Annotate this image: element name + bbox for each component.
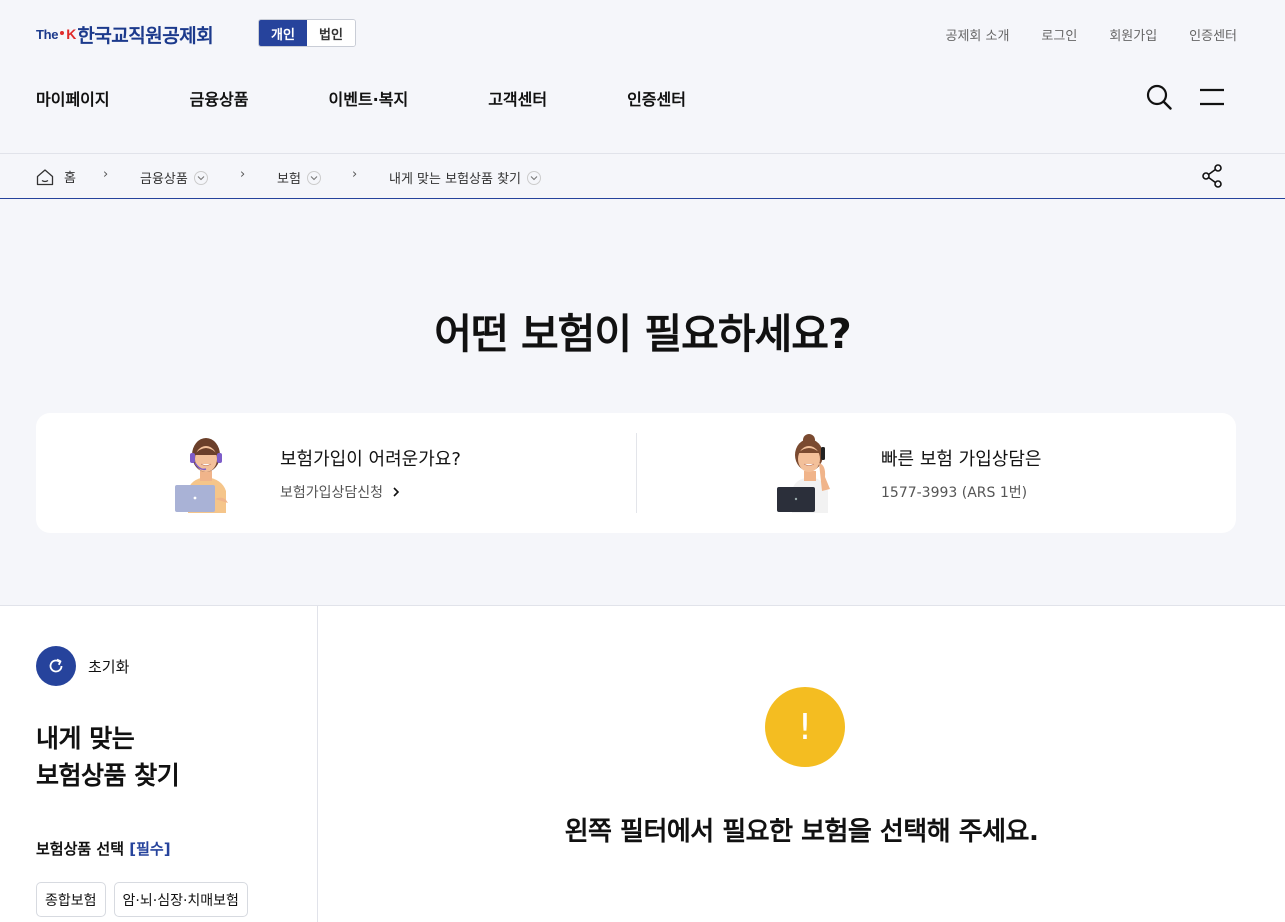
empty-result-message: 왼쪽 필터에서 필요한 보험을 선택해 주세요. <box>564 817 1039 847</box>
main-navigation: 마이페이지 금융상품 이벤트·복지 고객센터 인증센터 <box>36 86 766 110</box>
breadcrumb: 홈 › 금융상품 › 보험 › 내게 맞는 보험상품 찾기 <box>0 153 1285 199</box>
breadcrumb-financial-products[interactable]: 금융상품 <box>140 168 208 187</box>
consult-phone-number[interactable]: 1577-3993 (ARS 1번) <box>881 482 1027 502</box>
warning-icon-glyph: ! <box>797 706 813 748</box>
chevron-down-icon <box>193 170 208 185</box>
nav-customer-center[interactable]: 고객센터 <box>488 86 547 110</box>
consultant-phone-illustration <box>777 434 830 513</box>
chip-comprehensive-insurance[interactable]: 종합보험 <box>36 882 106 917</box>
nav-financial-products[interactable]: 금융상품 <box>190 86 249 110</box>
consult-call-title: 빠른 보험 가입상담은 <box>881 449 1042 470</box>
nav-mypage[interactable]: 마이페이지 <box>36 86 110 110</box>
refresh-icon <box>49 658 63 673</box>
consult-apply-link[interactable]: 보험가입상담신청 <box>280 482 403 502</box>
breadcrumb-home-label: 홈 <box>64 171 76 186</box>
chip-cancer-brain-heart-insurance[interactable]: 암·뇌·심장·치매보험 <box>113 882 248 917</box>
filter-title-line: 내게 맞는 <box>36 724 135 753</box>
signup-link[interactable]: 회원가입 <box>1109 25 1157 44</box>
breadcrumb-home[interactable]: 홈 <box>36 167 76 186</box>
nav-events-welfare[interactable]: 이벤트·복지 <box>329 86 409 110</box>
filter-sidebar: 초기화 내게 맞는 보험상품 찾기 보험상품 선택 [필수] 종합보험 암·뇌·… <box>0 606 318 922</box>
chevron-right-icon: › <box>103 167 109 182</box>
search-icon[interactable] <box>1146 84 1172 110</box>
chevron-down-icon <box>306 170 321 185</box>
reset-label[interactable]: 초기화 <box>88 656 129 677</box>
breadcrumb-find-insurance[interactable]: 내게 맞는 보험상품 찾기 <box>389 168 541 187</box>
corporate-tab[interactable]: 법인 <box>307 20 355 46</box>
login-link[interactable]: 로그인 <box>1041 25 1077 44</box>
breadcrumb-label: 보험 <box>277 172 301 187</box>
section-label: 보험상품 선택 <box>36 840 125 858</box>
member-type-toggle: 개인 법인 <box>258 19 356 47</box>
consult-banner: 보험가입이 어려운가요? 보험가입상담신청 빠른 보험 가입상담은 1577-3… <box>36 413 1236 533</box>
home-icon <box>36 168 54 185</box>
nav-cert-center[interactable]: 인증센터 <box>627 86 686 110</box>
breadcrumb-label: 내게 맞는 보험상품 찾기 <box>389 172 521 187</box>
logo-name: 한국교직원공제회 <box>77 24 214 47</box>
logo-dot <box>60 31 65 35</box>
divider <box>636 433 637 513</box>
filter-title-line: 보험상품 찾기 <box>36 761 180 790</box>
warning-icon: ! <box>765 687 845 767</box>
site-logo[interactable]: The K 한국교직원공제회 <box>36 20 214 48</box>
required-badge: [필수] <box>129 840 171 858</box>
product-chip-list: 종합보험 암·뇌·심장·치매보험 <box>36 882 248 917</box>
consultant-headset-illustration <box>175 438 228 513</box>
site-header: The K 한국교직원공제회 개인 법인 공제회 소개 로그인 회원가입 인증센… <box>0 0 1285 153</box>
product-select-label: 보험상품 선택 [필수] <box>36 838 171 859</box>
chevron-right-icon: › <box>352 167 358 182</box>
cert-center-link[interactable]: 인증센터 <box>1189 25 1237 44</box>
content-area: 초기화 내게 맞는 보험상품 찾기 보험상품 선택 [필수] 종합보험 암·뇌·… <box>0 605 1285 922</box>
chevron-right-icon: › <box>240 167 246 182</box>
menu-icon[interactable] <box>1199 87 1225 107</box>
consult-apply-link-label: 보험가입상담신청 <box>280 485 384 501</box>
page-title: 어떤 보험이 필요하세요? <box>434 310 852 358</box>
reset-button[interactable] <box>36 646 76 686</box>
chevron-right-icon <box>393 487 400 497</box>
consult-apply-title: 보험가입이 어려운가요? <box>280 449 461 470</box>
logo-prefix: The <box>36 26 59 42</box>
share-icon[interactable] <box>1201 164 1223 188</box>
filter-title: 내게 맞는 보험상품 찾기 <box>36 720 180 794</box>
chevron-down-icon <box>527 170 541 185</box>
logo-k: K <box>66 26 77 42</box>
breadcrumb-label: 금융상품 <box>140 172 188 187</box>
personal-tab[interactable]: 개인 <box>259 20 307 46</box>
consult-phone-label: 1577-3993 (ARS 1번) <box>881 485 1028 501</box>
breadcrumb-insurance[interactable]: 보험 <box>277 168 321 187</box>
utility-links: 공제회 소개 로그인 회원가입 인증센터 <box>945 25 1237 44</box>
about-link[interactable]: 공제회 소개 <box>945 25 1009 44</box>
